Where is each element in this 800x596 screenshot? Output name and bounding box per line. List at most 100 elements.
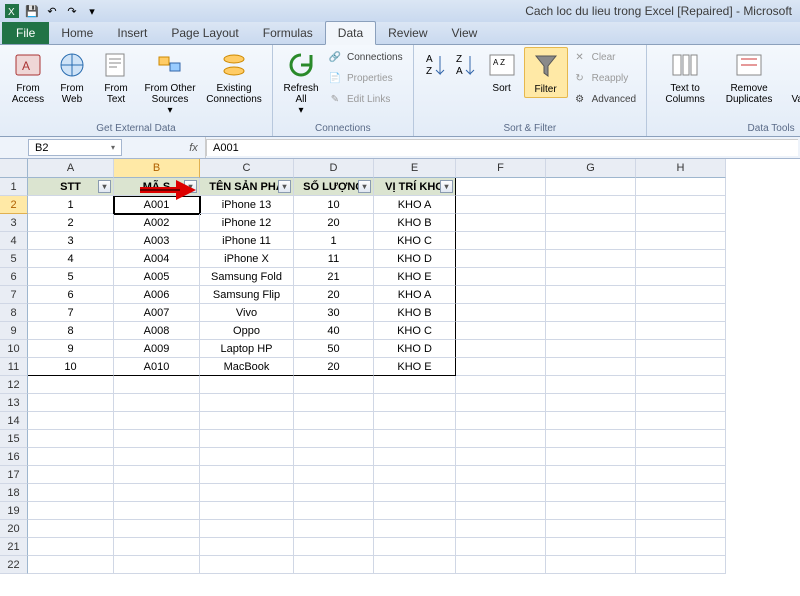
cell-B12[interactable]: [114, 376, 200, 394]
filter-dropdown-D[interactable]: ▾: [358, 180, 371, 193]
cell-H10[interactable]: [636, 340, 726, 358]
cell-E20[interactable]: [374, 520, 456, 538]
cell-B21[interactable]: [114, 538, 200, 556]
column-header-B[interactable]: B: [114, 159, 200, 178]
cell-B13[interactable]: [114, 394, 200, 412]
cell-B18[interactable]: [114, 484, 200, 502]
cell-C15[interactable]: [200, 430, 294, 448]
cell-B11[interactable]: A010: [114, 358, 200, 376]
cell-D22[interactable]: [294, 556, 374, 574]
row-header-10[interactable]: 10: [0, 340, 28, 358]
cell-C5[interactable]: iPhone X: [200, 250, 294, 268]
cell-F20[interactable]: [456, 520, 546, 538]
row-header-12[interactable]: 12: [0, 376, 28, 394]
cell-D17[interactable]: [294, 466, 374, 484]
cell-C18[interactable]: [200, 484, 294, 502]
cell-G2[interactable]: [546, 196, 636, 214]
cells-area[interactable]: STT▾MÃ S▾TÊN SẢN PHẨ▾SỐ LƯỢNG▾VỊ TRÍ KHO…: [28, 178, 800, 574]
from-access-button[interactable]: AFrom Access: [6, 47, 50, 107]
cell-H7[interactable]: [636, 286, 726, 304]
cell-F12[interactable]: [456, 376, 546, 394]
cell-A11[interactable]: 10: [28, 358, 114, 376]
cell-D11[interactable]: 20: [294, 358, 374, 376]
cell-F3[interactable]: [456, 214, 546, 232]
cell-A5[interactable]: 4: [28, 250, 114, 268]
cell-F11[interactable]: [456, 358, 546, 376]
cell-C14[interactable]: [200, 412, 294, 430]
cell-D16[interactable]: [294, 448, 374, 466]
cell-D14[interactable]: [294, 412, 374, 430]
from-web-button[interactable]: From Web: [50, 47, 94, 107]
cell-C10[interactable]: Laptop HP: [200, 340, 294, 358]
cell-G17[interactable]: [546, 466, 636, 484]
namebox-dropdown-icon[interactable]: ▾: [111, 143, 115, 152]
cell-B7[interactable]: A006: [114, 286, 200, 304]
cell-F22[interactable]: [456, 556, 546, 574]
filter-dropdown-B[interactable]: ▾: [184, 180, 197, 193]
cell-D20[interactable]: [294, 520, 374, 538]
filter-dropdown-C[interactable]: ▾: [278, 180, 291, 193]
cell-G6[interactable]: [546, 268, 636, 286]
cell-C8[interactable]: Vivo: [200, 304, 294, 322]
filter-dropdown-E[interactable]: ▾: [440, 180, 453, 193]
connections-button[interactable]: 🔗Connections: [323, 47, 407, 68]
row-header-16[interactable]: 16: [0, 448, 28, 466]
cell-E21[interactable]: [374, 538, 456, 556]
cell-F8[interactable]: [456, 304, 546, 322]
cell-D18[interactable]: [294, 484, 374, 502]
cell-E11[interactable]: KHO E: [374, 358, 456, 376]
cell-D12[interactable]: [294, 376, 374, 394]
row-header-1[interactable]: 1: [0, 178, 28, 196]
cell-D2[interactable]: 10: [294, 196, 374, 214]
sort-az-button[interactable]: AZ: [420, 47, 450, 85]
cell-B17[interactable]: [114, 466, 200, 484]
name-box[interactable]: B2▾: [28, 139, 122, 156]
cell-H9[interactable]: [636, 322, 726, 340]
cell-H19[interactable]: [636, 502, 726, 520]
cell-D8[interactable]: 30: [294, 304, 374, 322]
cell-C13[interactable]: [200, 394, 294, 412]
cell-F13[interactable]: [456, 394, 546, 412]
cell-A21[interactable]: [28, 538, 114, 556]
cell-C4[interactable]: iPhone 11: [200, 232, 294, 250]
cell-B3[interactable]: A002: [114, 214, 200, 232]
cell-G14[interactable]: [546, 412, 636, 430]
cell-H18[interactable]: [636, 484, 726, 502]
cell-E7[interactable]: KHO A: [374, 286, 456, 304]
cell-C21[interactable]: [200, 538, 294, 556]
cell-C7[interactable]: Samsung Flip: [200, 286, 294, 304]
cell-F2[interactable]: [456, 196, 546, 214]
sort-za-button[interactable]: ZA: [450, 47, 480, 85]
cell-A9[interactable]: 8: [28, 322, 114, 340]
cell-H2[interactable]: [636, 196, 726, 214]
cell-B19[interactable]: [114, 502, 200, 520]
tab-review[interactable]: Review: [376, 22, 439, 44]
cell-B15[interactable]: [114, 430, 200, 448]
row-header-6[interactable]: 6: [0, 268, 28, 286]
cell-C1[interactable]: TÊN SẢN PHẨ▾: [200, 178, 294, 196]
cell-G13[interactable]: [546, 394, 636, 412]
cell-A13[interactable]: [28, 394, 114, 412]
cell-A3[interactable]: 2: [28, 214, 114, 232]
cell-G3[interactable]: [546, 214, 636, 232]
cell-E12[interactable]: [374, 376, 456, 394]
row-header-17[interactable]: 17: [0, 466, 28, 484]
row-header-9[interactable]: 9: [0, 322, 28, 340]
cell-A6[interactable]: 5: [28, 268, 114, 286]
row-header-22[interactable]: 22: [0, 556, 28, 574]
filter-button[interactable]: Filter: [524, 47, 568, 98]
cell-G1[interactable]: [546, 178, 636, 196]
cell-H14[interactable]: [636, 412, 726, 430]
tab-page-layout[interactable]: Page Layout: [159, 22, 250, 44]
cell-F5[interactable]: [456, 250, 546, 268]
advanced-button[interactable]: ⚙Advanced: [568, 89, 640, 110]
cell-H16[interactable]: [636, 448, 726, 466]
cell-D9[interactable]: 40: [294, 322, 374, 340]
file-tab[interactable]: File: [2, 22, 49, 44]
cell-F18[interactable]: [456, 484, 546, 502]
cell-H12[interactable]: [636, 376, 726, 394]
cell-C9[interactable]: Oppo: [200, 322, 294, 340]
sort-button[interactable]: A ZSort: [480, 47, 524, 96]
row-header-5[interactable]: 5: [0, 250, 28, 268]
tab-home[interactable]: Home: [49, 22, 105, 44]
